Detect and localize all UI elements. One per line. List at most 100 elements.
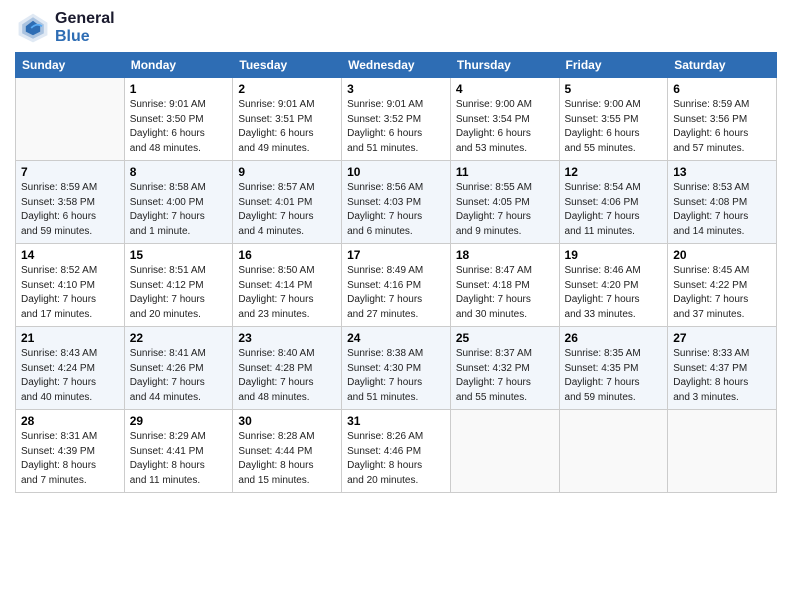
calendar-week-row: 7 Sunrise: 8:59 AMSunset: 3:58 PMDaylight…: [16, 161, 777, 244]
day-info: Sunrise: 8:59 AMSunset: 3:58 PMDaylight:…: [21, 181, 119, 239]
day-info: Sunrise: 8:35 AMSunset: 4:35 PMDaylight:…: [565, 347, 663, 405]
calendar-cell: [16, 78, 125, 161]
calendar-week-row: 1Sunrise: 9:01 AMSunset: 3:50 PMDaylight…: [16, 78, 777, 161]
calendar-cell: 23 Sunrise: 8:40 AMSunset: 4:28 PMDayligh…: [233, 327, 342, 410]
calendar-cell: 5 Sunrise: 9:00 AMSunset: 3:55 PMDaylight…: [559, 78, 668, 161]
weekday-header-saturday: Saturday: [668, 53, 777, 78]
day-info: Sunrise: 8:53 AMSunset: 4:08 PMDaylight:…: [673, 181, 771, 239]
weekday-header-friday: Friday: [559, 53, 668, 78]
calendar-cell: [450, 410, 559, 493]
weekday-header-wednesday: Wednesday: [342, 53, 451, 78]
calendar-cell: 30Sunrise: 8:28 AMSunset: 4:44 PMDayligh…: [233, 410, 342, 493]
day-info: Sunrise: 8:46 AMSunset: 4:20 PMDaylight:…: [565, 264, 663, 322]
day-number: 3: [347, 82, 445, 96]
day-info: Sunrise: 8:59 AMSunset: 3:56 PMDaylight:…: [673, 98, 771, 156]
day-number: 29: [130, 414, 228, 428]
calendar-cell: 8Sunrise: 8:58 AMSunset: 4:00 PMDaylight…: [124, 161, 233, 244]
day-info: Sunrise: 8:41 AMSunset: 4:26 PMDaylight:…: [130, 347, 228, 405]
calendar-cell: 16 Sunrise: 8:50 AMSunset: 4:14 PMDayligh…: [233, 244, 342, 327]
calendar-cell: 19 Sunrise: 8:46 AMSunset: 4:20 PMDayligh…: [559, 244, 668, 327]
calendar-cell: [668, 410, 777, 493]
day-number: 19: [565, 248, 663, 262]
calendar-cell: 20 Sunrise: 8:45 AMSunset: 4:22 PMDayligh…: [668, 244, 777, 327]
day-number: 11: [456, 165, 554, 179]
day-number: 16: [238, 248, 336, 262]
day-info: Sunrise: 8:47 AMSunset: 4:18 PMDaylight:…: [456, 264, 554, 322]
day-number: 9: [238, 165, 336, 179]
day-info: Sunrise: 9:01 AMSunset: 3:51 PMDaylight:…: [238, 98, 336, 156]
calendar-cell: 7 Sunrise: 8:59 AMSunset: 3:58 PMDaylight…: [16, 161, 125, 244]
day-number: 26: [565, 331, 663, 345]
day-info: Sunrise: 8:31 AMSunset: 4:39 PMDaylight:…: [21, 430, 119, 488]
day-info: Sunrise: 8:50 AMSunset: 4:14 PMDaylight:…: [238, 264, 336, 322]
calendar-cell: [559, 410, 668, 493]
calendar-cell: 28 Sunrise: 8:31 AMSunset: 4:39 PMDayligh…: [16, 410, 125, 493]
calendar-cell: 29 Sunrise: 8:29 AMSunset: 4:41 PMDayligh…: [124, 410, 233, 493]
logo: General Blue: [15, 10, 115, 46]
page-container: General Blue SundayMondayTuesdayWednesda…: [0, 0, 792, 503]
weekday-header-row: SundayMondayTuesdayWednesdayThursdayFrid…: [16, 53, 777, 78]
day-number: 10: [347, 165, 445, 179]
logo-text: General Blue: [55, 10, 115, 46]
calendar-cell: 25Sunrise: 8:37 AMSunset: 4:32 PMDayligh…: [450, 327, 559, 410]
day-info: Sunrise: 8:29 AMSunset: 4:41 PMDaylight:…: [130, 430, 228, 488]
day-number: 22: [130, 331, 228, 345]
calendar-cell: 24 Sunrise: 8:38 AMSunset: 4:30 PMDayligh…: [342, 327, 451, 410]
day-info: Sunrise: 8:54 AMSunset: 4:06 PMDaylight:…: [565, 181, 663, 239]
calendar-cell: 21Sunrise: 8:43 AMSunset: 4:24 PMDayligh…: [16, 327, 125, 410]
weekday-header-sunday: Sunday: [16, 53, 125, 78]
calendar-cell: 15Sunrise: 8:51 AMSunset: 4:12 PMDayligh…: [124, 244, 233, 327]
calendar-cell: 6 Sunrise: 8:59 AMSunset: 3:56 PMDaylight…: [668, 78, 777, 161]
day-info: Sunrise: 9:00 AMSunset: 3:55 PMDaylight:…: [565, 98, 663, 156]
day-info: Sunrise: 8:37 AMSunset: 4:32 PMDaylight:…: [456, 347, 554, 405]
calendar-cell: 9 Sunrise: 8:57 AMSunset: 4:01 PMDaylight…: [233, 161, 342, 244]
day-number: 4: [456, 82, 554, 96]
day-number: 13: [673, 165, 771, 179]
day-info: Sunrise: 9:01 AMSunset: 3:52 PMDaylight:…: [347, 98, 445, 156]
day-info: Sunrise: 8:52 AMSunset: 4:10 PMDaylight:…: [21, 264, 119, 322]
day-number: 5: [565, 82, 663, 96]
calendar-cell: 18 Sunrise: 8:47 AMSunset: 4:18 PMDayligh…: [450, 244, 559, 327]
logo-icon: [15, 10, 51, 46]
day-info: Sunrise: 8:55 AMSunset: 4:05 PMDaylight:…: [456, 181, 554, 239]
weekday-header-thursday: Thursday: [450, 53, 559, 78]
calendar-week-row: 21Sunrise: 8:43 AMSunset: 4:24 PMDayligh…: [16, 327, 777, 410]
calendar-cell: 13 Sunrise: 8:53 AMSunset: 4:08 PMDayligh…: [668, 161, 777, 244]
calendar-cell: 11 Sunrise: 8:55 AMSunset: 4:05 PMDayligh…: [450, 161, 559, 244]
calendar-week-row: 14 Sunrise: 8:52 AMSunset: 4:10 PMDayligh…: [16, 244, 777, 327]
header: General Blue: [15, 10, 777, 46]
day-info: Sunrise: 9:00 AMSunset: 3:54 PMDaylight:…: [456, 98, 554, 156]
calendar-cell: 2 Sunrise: 9:01 AMSunset: 3:51 PMDaylight…: [233, 78, 342, 161]
calendar-cell: 14 Sunrise: 8:52 AMSunset: 4:10 PMDayligh…: [16, 244, 125, 327]
day-number: 31: [347, 414, 445, 428]
day-info: Sunrise: 8:40 AMSunset: 4:28 PMDaylight:…: [238, 347, 336, 405]
day-number: 18: [456, 248, 554, 262]
day-number: 27: [673, 331, 771, 345]
day-number: 2: [238, 82, 336, 96]
day-info: Sunrise: 8:57 AMSunset: 4:01 PMDaylight:…: [238, 181, 336, 239]
calendar-table: SundayMondayTuesdayWednesdayThursdayFrid…: [15, 52, 777, 493]
day-info: Sunrise: 8:26 AMSunset: 4:46 PMDaylight:…: [347, 430, 445, 488]
day-number: 20: [673, 248, 771, 262]
day-number: 23: [238, 331, 336, 345]
day-info: Sunrise: 8:38 AMSunset: 4:30 PMDaylight:…: [347, 347, 445, 405]
day-number: 17: [347, 248, 445, 262]
day-number: 6: [673, 82, 771, 96]
day-number: 21: [21, 331, 119, 345]
day-number: 28: [21, 414, 119, 428]
calendar-week-row: 28 Sunrise: 8:31 AMSunset: 4:39 PMDayligh…: [16, 410, 777, 493]
day-info: Sunrise: 9:01 AMSunset: 3:50 PMDaylight:…: [130, 98, 228, 156]
day-info: Sunrise: 8:56 AMSunset: 4:03 PMDaylight:…: [347, 181, 445, 239]
day-info: Sunrise: 8:49 AMSunset: 4:16 PMDaylight:…: [347, 264, 445, 322]
day-number: 8: [130, 165, 228, 179]
calendar-cell: 27 Sunrise: 8:33 AMSunset: 4:37 PMDayligh…: [668, 327, 777, 410]
day-number: 24: [347, 331, 445, 345]
day-number: 14: [21, 248, 119, 262]
calendar-cell: 17 Sunrise: 8:49 AMSunset: 4:16 PMDayligh…: [342, 244, 451, 327]
day-info: Sunrise: 8:28 AMSunset: 4:44 PMDaylight:…: [238, 430, 336, 488]
day-info: Sunrise: 8:45 AMSunset: 4:22 PMDaylight:…: [673, 264, 771, 322]
day-number: 7: [21, 165, 119, 179]
day-info: Sunrise: 8:33 AMSunset: 4:37 PMDaylight:…: [673, 347, 771, 405]
calendar-cell: 1Sunrise: 9:01 AMSunset: 3:50 PMDaylight…: [124, 78, 233, 161]
weekday-header-tuesday: Tuesday: [233, 53, 342, 78]
